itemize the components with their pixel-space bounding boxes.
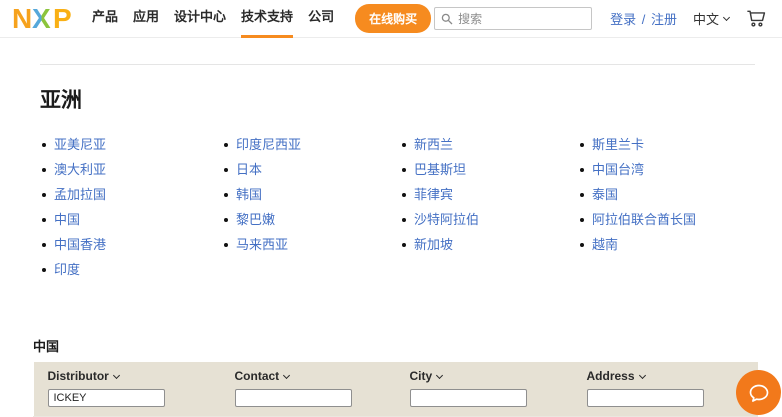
list-item: 韩国 <box>222 187 400 202</box>
list-item: 中国台湾 <box>578 162 768 177</box>
column-header-distributor[interactable]: Distributor <box>34 362 221 388</box>
list-item: 澳大利亚 <box>40 162 222 177</box>
list-item: 日本 <box>222 162 400 177</box>
search-box[interactable] <box>434 7 592 30</box>
sort-chevron-icon <box>436 372 443 379</box>
list-item: 马来西亚 <box>222 237 400 252</box>
column-label: Address <box>587 369 635 383</box>
region-link[interactable]: 沙特阿拉伯 <box>414 212 479 227</box>
language-selector[interactable]: 中文 <box>693 9 729 28</box>
register-link[interactable]: 注册 <box>651 12 677 27</box>
region-link[interactable]: 印度尼西亚 <box>236 137 301 152</box>
column-header-city[interactable]: City <box>396 362 573 388</box>
nxp-logo-image: N X P <box>12 5 78 32</box>
region-link[interactable]: 中国 <box>54 212 80 227</box>
region-link[interactable]: 新西兰 <box>414 137 453 152</box>
region-link[interactable]: 菲律宾 <box>414 187 453 202</box>
list-item: 巴基斯坦 <box>400 162 578 177</box>
region-link[interactable]: 马来西亚 <box>236 237 288 252</box>
column-header-contact[interactable]: Contact <box>221 362 396 388</box>
chat-bubble-icon <box>747 381 771 405</box>
region-link[interactable]: 孟加拉国 <box>54 187 106 202</box>
list-item: 黎巴嫩 <box>222 212 400 227</box>
search-icon <box>441 13 453 25</box>
list-item: 印度尼西亚 <box>222 137 400 152</box>
column-label: Contact <box>235 369 280 383</box>
chat-button[interactable] <box>736 370 781 415</box>
region-link-list: 亚美尼亚 澳大利亚 孟加拉国 中国 中国香港 印度 印度尼西亚 日本 韩国 黎巴… <box>40 137 782 287</box>
region-link[interactable]: 斯里兰卡 <box>592 137 644 152</box>
region-column-2: 印度尼西亚 日本 韩国 黎巴嫩 马来西亚 <box>222 137 400 287</box>
filter-distributor-input[interactable] <box>48 389 165 407</box>
region-link[interactable]: 越南 <box>592 237 618 252</box>
auth-separator: / <box>642 12 646 27</box>
list-item: 新加坡 <box>400 237 578 252</box>
distributor-table: Distributor Contact City Address ICkey <box>33 362 758 417</box>
nav-item-support[interactable]: 技术支持 <box>241 0 293 38</box>
sort-chevron-icon <box>113 372 120 379</box>
region-link[interactable]: 中国台湾 <box>592 162 644 177</box>
list-item: 越南 <box>578 237 768 252</box>
region-link[interactable]: 中国香港 <box>54 237 106 252</box>
list-item: 新西兰 <box>400 137 578 152</box>
table-header-row: Distributor Contact City Address <box>34 362 758 388</box>
column-header-address[interactable]: Address <box>573 362 758 388</box>
list-item: 菲律宾 <box>400 187 578 202</box>
sort-chevron-icon <box>283 372 290 379</box>
region-link[interactable]: 巴基斯坦 <box>414 162 466 177</box>
chevron-down-icon <box>723 13 730 20</box>
column-label: Distributor <box>48 369 109 383</box>
svg-text:P: P <box>53 5 72 32</box>
region-column-3: 新西兰 巴基斯坦 菲律宾 沙特阿拉伯 新加坡 <box>400 137 578 287</box>
distributor-section: 中国 Distributor Contact City Address <box>33 336 757 417</box>
list-item: 中国香港 <box>40 237 222 252</box>
nav-item-applications[interactable]: 应用 <box>133 0 159 38</box>
page-title: 亚洲 <box>40 84 782 114</box>
login-link[interactable]: 登录 <box>610 12 636 27</box>
filter-city-input[interactable] <box>410 389 527 407</box>
search-input[interactable] <box>458 12 585 26</box>
filter-contact-input[interactable] <box>235 389 352 407</box>
list-item: 亚美尼亚 <box>40 137 222 152</box>
nav-item-company[interactable]: 公司 <box>308 0 334 38</box>
svg-text:N: N <box>12 5 32 32</box>
region-link[interactable]: 亚美尼亚 <box>54 137 106 152</box>
sort-chevron-icon <box>638 372 645 379</box>
region-link[interactable]: 新加坡 <box>414 237 453 252</box>
main-content: 亚洲 亚美尼亚 澳大利亚 孟加拉国 中国 中国香港 印度 印度尼西亚 日本 韩国… <box>0 64 782 417</box>
region-link[interactable]: 黎巴嫩 <box>236 212 275 227</box>
region-link[interactable]: 澳大利亚 <box>54 162 106 177</box>
top-navbar: N X P 产品 应用 设计中心 技术支持 公司 在线购买 登录 / 注册 中文 <box>0 0 782 38</box>
cart-icon <box>744 7 768 30</box>
region-link[interactable]: 印度 <box>54 262 80 277</box>
region-link[interactable]: 韩国 <box>236 187 262 202</box>
language-label: 中文 <box>693 9 719 28</box>
list-item: 印度 <box>40 262 222 277</box>
nav-item-design-center[interactable]: 设计中心 <box>174 0 226 38</box>
region-link[interactable]: 阿拉伯联合酋长国 <box>592 212 696 227</box>
region-link[interactable]: 日本 <box>236 162 262 177</box>
list-item: 中国 <box>40 212 222 227</box>
list-item: 孟加拉国 <box>40 187 222 202</box>
table-filter-row <box>34 388 758 417</box>
country-section-title: 中国 <box>33 336 757 355</box>
auth-links: 登录 / 注册 <box>610 9 677 28</box>
list-item: 沙特阿拉伯 <box>400 212 578 227</box>
list-item: 斯里兰卡 <box>578 137 768 152</box>
content-divider <box>40 64 755 65</box>
filter-address-input[interactable] <box>587 389 704 407</box>
main-nav: 产品 应用 设计中心 技术支持 公司 <box>92 0 349 37</box>
region-column-4: 斯里兰卡 中国台湾 泰国 阿拉伯联合酋长国 越南 <box>578 137 768 287</box>
region-link[interactable]: 泰国 <box>592 187 618 202</box>
column-label: City <box>410 369 433 383</box>
svg-text:X: X <box>32 5 51 32</box>
list-item: 泰国 <box>578 187 768 202</box>
list-item: 阿拉伯联合酋长国 <box>578 212 768 227</box>
buy-online-button[interactable]: 在线购买 <box>355 4 431 33</box>
region-column-1: 亚美尼亚 澳大利亚 孟加拉国 中国 中国香港 印度 <box>40 137 222 287</box>
cart-button[interactable] <box>744 7 768 30</box>
nxp-logo[interactable]: N X P <box>12 5 78 32</box>
nav-item-products[interactable]: 产品 <box>92 0 118 38</box>
